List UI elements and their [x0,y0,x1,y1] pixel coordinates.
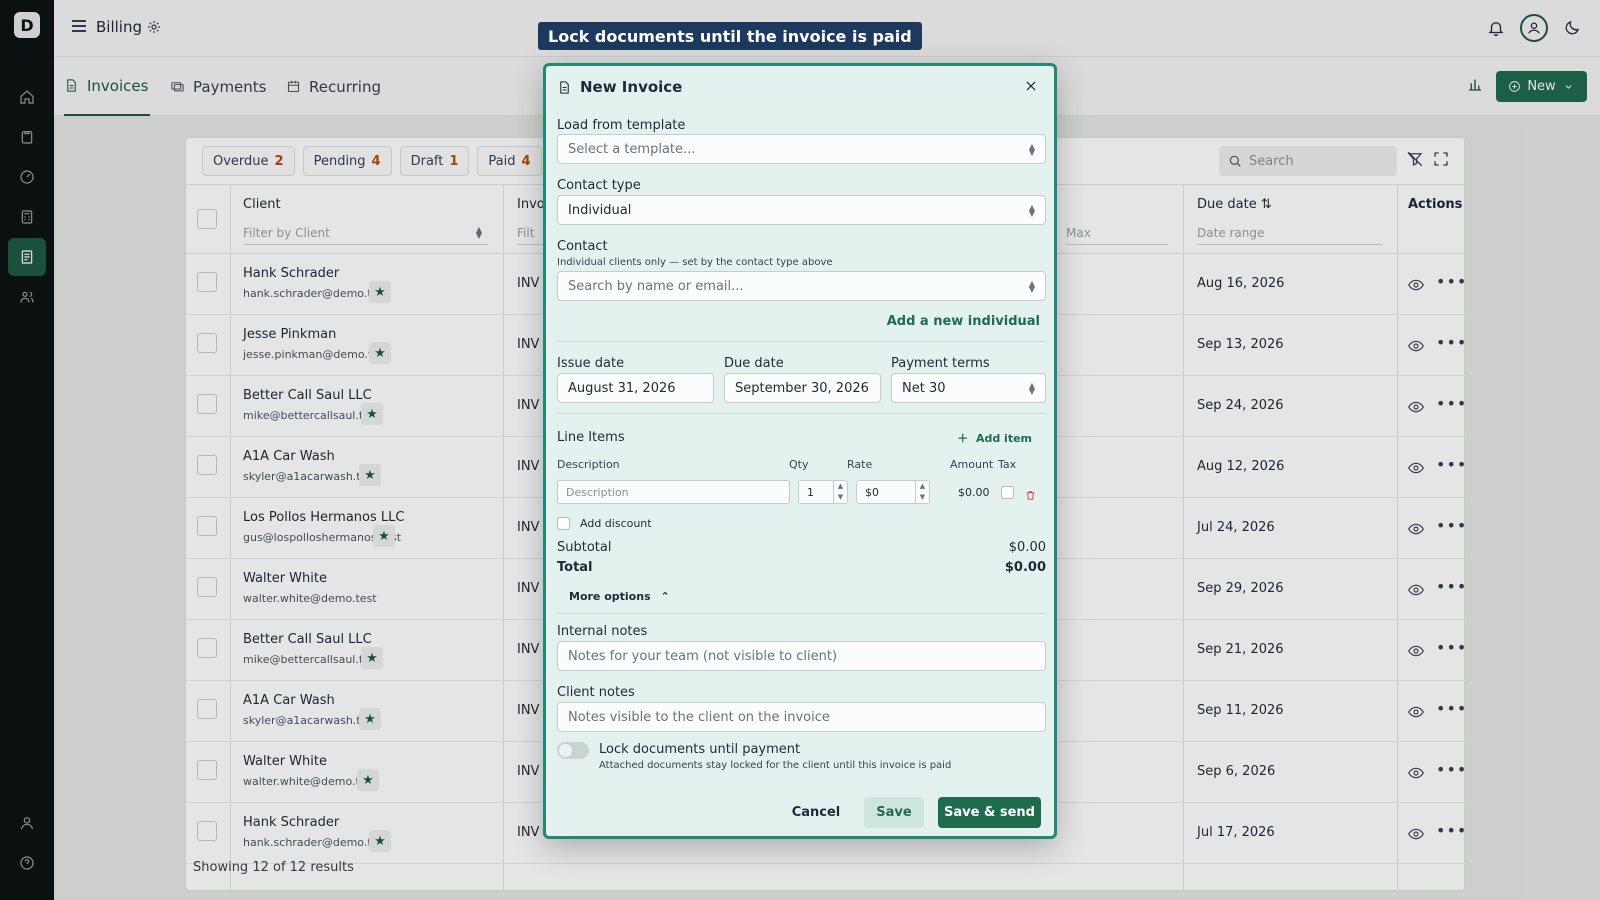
modal-title: New Invoice [580,78,683,96]
item-qty-input[interactable]: 1 ▲ ▼ [798,480,848,504]
tooltip: Lock documents until the invoice is paid [538,22,922,50]
client-notes-placeholder: Notes visible to the client on the invoi… [568,709,830,725]
add-discount-checkbox[interactable] [557,517,570,530]
client-notes-label: Client notes [557,685,635,700]
item-description-input[interactable]: Description [557,480,790,504]
contact-placeholder: Search by name or email... [568,278,744,294]
due-date-value: September 30, 2026 [735,380,869,396]
total-row: Total $0.00 [557,560,1046,575]
contact-search-select[interactable]: Search by name or email... ▲ ▼ [557,271,1046,301]
client-notes-input[interactable]: Notes visible to the client on the invoi… [557,702,1046,732]
issue-date-value: August 31, 2026 [568,380,676,396]
add-discount-label: Add discount [580,517,652,530]
divider [557,613,1046,614]
lock-documents-toggle[interactable] [557,742,589,759]
line-items-label: Line Items [557,430,625,445]
stepper-icon[interactable]: ▲ ▼ [915,481,929,503]
item-tax-checkbox[interactable] [1001,486,1014,499]
total-value: $0.00 [1004,560,1046,575]
due-date-label: Due date [724,356,784,371]
item-rate-value: $0 [865,485,879,499]
divider [557,413,1046,414]
add-item-label: Add item [975,432,1032,445]
close-button[interactable] [1024,78,1040,94]
updown-icon: ▲ ▼ [1028,142,1035,157]
col-qty: Qty [789,458,809,471]
trash-icon [1026,491,1035,500]
payment-terms-value: Net 30 [902,380,946,396]
more-options-toggle[interactable]: More options ⌃ [569,590,670,603]
template-placeholder: Select a template... [568,141,696,157]
internal-notes-input[interactable]: Notes for your team (not visible to clie… [557,641,1046,671]
add-item-button[interactable]: ＋ Add item [957,430,1032,446]
subtotal-row: Subtotal $0.00 [557,540,1046,555]
cancel-button[interactable]: Cancel [786,797,846,828]
lock-subtitle: Attached documents stay locked for the c… [599,760,952,771]
col-description: Description [557,458,620,471]
updown-icon: ▲ ▼ [1028,381,1035,396]
col-amount: Amount [950,458,994,471]
save-send-button[interactable]: Save & send [938,797,1041,828]
issue-date-input[interactable]: August 31, 2026 [557,373,714,403]
updown-icon: ▲ ▼ [1028,203,1035,218]
col-rate: Rate [847,458,873,471]
delete-item-button[interactable] [1025,486,1036,505]
plus-icon: ＋ [957,432,969,445]
add-individual-link[interactable]: Add a new individual [887,314,1040,329]
updown-icon: ▲ ▼ [1028,279,1035,294]
more-options-label: More options [569,590,651,603]
item-description-placeholder: Description [566,485,629,499]
subtotal-value: $0.00 [1008,540,1046,555]
save-button[interactable]: Save [864,797,924,828]
contact-type-value: Individual [568,202,632,218]
contact-type-label: Contact type [557,178,641,193]
new-invoice-modal: New Invoice Load from template Select a … [543,63,1057,839]
payment-terms-select[interactable]: Net 30 ▲ ▼ [891,373,1046,403]
due-date-input[interactable]: September 30, 2026 [724,373,881,403]
contact-hint: Individual clients only — set by the con… [557,257,833,268]
item-qty-value: 1 [807,485,814,499]
modal-header: New Invoice [557,78,682,96]
issue-date-label: Issue date [557,356,625,371]
item-amount: $0.00 [958,486,990,499]
total-label: Total [557,560,593,575]
template-label: Load from template [557,118,686,133]
item-rate-input[interactable]: $0 ▲ ▼ [856,480,930,504]
lock-title: Lock documents until payment [599,742,801,757]
contact-type-select[interactable]: Individual ▲ ▼ [557,195,1046,225]
subtotal-label: Subtotal [557,540,612,555]
internal-notes-placeholder: Notes for your team (not visible to clie… [568,648,838,664]
chevron-up-icon: ⌃ [660,590,670,603]
stepper-icon[interactable]: ▲ ▼ [833,481,847,503]
file-icon [560,80,569,94]
payment-terms-label: Payment terms [891,356,990,371]
template-select[interactable]: Select a template... ▲ ▼ [557,134,1046,164]
close-icon [1026,81,1036,91]
contact-label: Contact [557,239,608,254]
col-tax: Tax [998,458,1017,471]
divider [557,341,1046,342]
internal-notes-label: Internal notes [557,624,648,639]
